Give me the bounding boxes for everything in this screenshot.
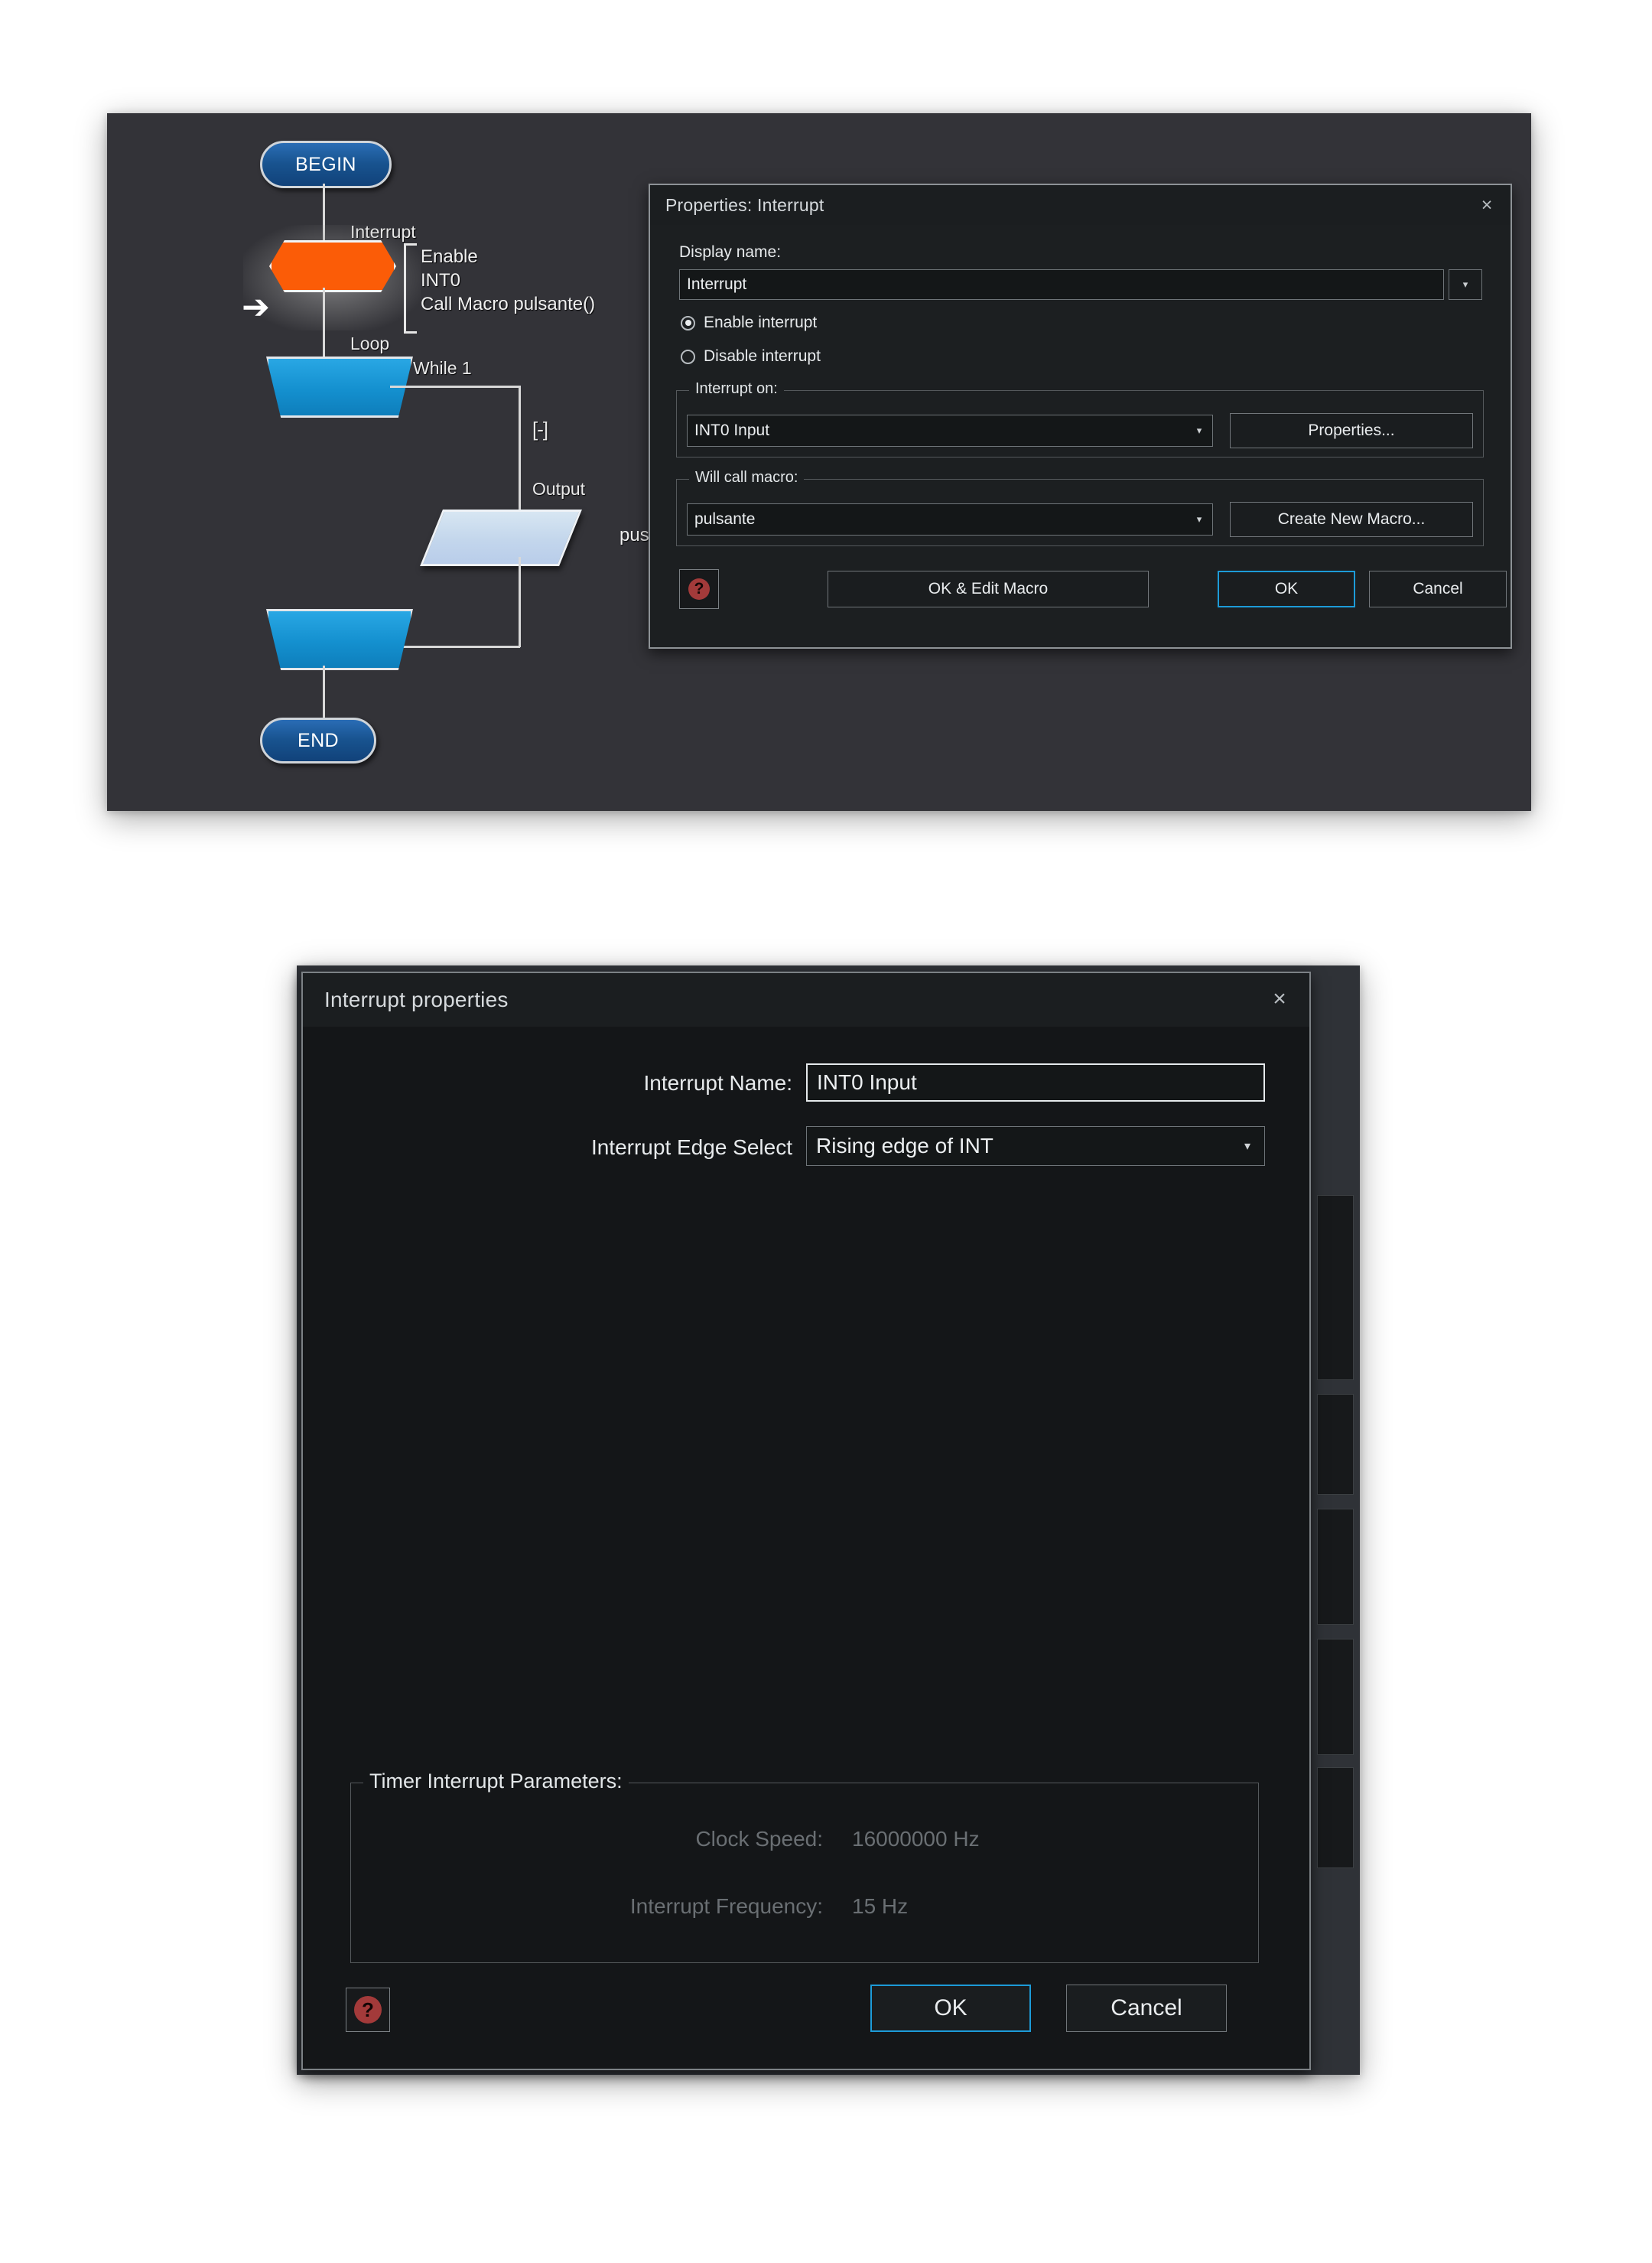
interrupt-on-select[interactable]: INT0 Input ▾ — [687, 415, 1213, 447]
background-panel-fragment — [1317, 1509, 1354, 1625]
interrupt-name-input[interactable]: INT0 Input — [806, 1063, 1265, 1102]
will-call-macro-group-title: Will call macro: — [689, 469, 805, 487]
flow-label-while: While 1 — [413, 358, 472, 378]
flow-node-end-label: END — [298, 729, 339, 751]
flow-label-loop: Loop — [350, 334, 390, 353]
interrupt-name-label: Interrupt Name: — [643, 1071, 792, 1095]
help-button[interactable]: ? — [679, 569, 719, 609]
background-panel-fragment — [1317, 1394, 1354, 1495]
interrupt-edge-select[interactable]: Rising edge of INT ▾ — [806, 1126, 1265, 1166]
will-call-macro-select[interactable]: pulsante ▾ — [687, 503, 1213, 536]
annotation-brace — [404, 243, 417, 334]
properties-interrupt-dialog[interactable]: Properties: Interrupt × Display name: In… — [649, 184, 1512, 649]
flowchart-editor-screenshot: BEGIN Interrupt ➔ Enable INT0 Call Macro… — [107, 113, 1531, 811]
interrupt-properties-button[interactable]: Properties... — [1230, 413, 1473, 448]
dialog-title-bar: Properties: Interrupt — [650, 185, 1511, 225]
disable-interrupt-radio[interactable]: Disable interrupt — [681, 347, 821, 366]
disable-interrupt-radio-label: Disable interrupt — [704, 347, 821, 365]
clock-speed-label: Clock Speed: — [695, 1827, 823, 1851]
question-mark-icon: ? — [688, 578, 710, 600]
chevron-down-icon: ▾ — [1196, 513, 1202, 525]
chevron-down-icon: ▾ — [1196, 425, 1202, 436]
interrupt-properties-button-label: Properties... — [1308, 422, 1395, 439]
connector-loop-branch-v — [519, 386, 521, 516]
close-icon[interactable]: × — [1474, 193, 1500, 217]
ok-button-label: OK — [934, 1995, 967, 2020]
radio-mark-on — [681, 315, 695, 330]
clock-speed-value: 16000000 Hz — [852, 1827, 980, 1851]
background-panel-fragment — [1317, 1195, 1354, 1380]
flow-label-output: Output — [532, 479, 586, 499]
cancel-button[interactable]: Cancel — [1066, 1985, 1227, 2032]
connector-loop-to-end — [323, 666, 325, 718]
display-name-label: Display name: — [679, 243, 782, 261]
interrupt-properties-screenshot: Interrupt properties × Interrupt Name: I… — [297, 965, 1360, 2075]
flow-node-begin[interactable]: BEGIN — [260, 141, 392, 188]
connector-loop-return-h — [392, 646, 520, 648]
ok-edit-macro-button[interactable]: OK & Edit Macro — [828, 571, 1149, 607]
interrupt-frequency-label: Interrupt Frequency: — [629, 1894, 823, 1918]
flow-node-end[interactable]: END — [260, 718, 376, 764]
flow-node-output[interactable] — [420, 510, 582, 566]
connector-loop-branch-h — [390, 386, 520, 388]
dialog-title: Properties: Interrupt — [665, 194, 824, 215]
radio-mark-off — [681, 349, 695, 364]
interrupt-on-value: INT0 Input — [694, 422, 770, 439]
interrupt-name-value: INT0 Input — [817, 1070, 917, 1094]
timer-interrupt-parameters-group: Timer Interrupt Parameters: — [350, 1770, 1259, 1963]
chevron-down-icon: ▾ — [1244, 1140, 1251, 1153]
page-root: BEGIN Interrupt ➔ Enable INT0 Call Macro… — [0, 0, 1652, 2263]
help-button[interactable]: ? — [346, 1988, 390, 2032]
enable-interrupt-radio[interactable]: Enable interrupt — [681, 314, 817, 332]
ok-button[interactable]: OK — [1218, 571, 1355, 607]
timer-interrupt-parameters-title: Timer Interrupt Parameters: — [363, 1770, 629, 1793]
flow-node-loop-end[interactable] — [266, 609, 413, 670]
background-window-sliver — [1312, 965, 1360, 2075]
will-call-macro-value: pulsante — [694, 510, 756, 528]
ok-button-label: OK — [1274, 580, 1299, 597]
cancel-button-label: Cancel — [1413, 580, 1463, 597]
create-new-macro-button-label: Create New Macro... — [1277, 510, 1426, 528]
dialog-title: Interrupt properties — [324, 988, 509, 1011]
run-pointer-icon: ➔ — [242, 288, 270, 326]
interrupt-edge-select-value: Rising edge of INT — [816, 1134, 993, 1158]
background-panel-fragment — [1317, 1767, 1354, 1868]
display-name-value: Interrupt — [687, 275, 747, 293]
ok-edit-macro-button-label: OK & Edit Macro — [928, 580, 1049, 597]
background-panel-fragment — [1317, 1639, 1354, 1755]
connector-output-down — [519, 557, 521, 647]
create-new-macro-button[interactable]: Create New Macro... — [1230, 502, 1473, 537]
cancel-button-label: Cancel — [1111, 1995, 1182, 2020]
ok-button[interactable]: OK — [870, 1985, 1031, 2032]
collapse-toggle[interactable]: [-] — [532, 418, 548, 441]
interrupt-properties-dialog[interactable]: Interrupt properties × Interrupt Name: I… — [301, 972, 1311, 2070]
display-name-input[interactable]: Interrupt — [679, 269, 1444, 300]
cancel-button[interactable]: Cancel — [1369, 571, 1507, 607]
close-icon[interactable]: × — [1267, 987, 1293, 1011]
display-name-dropdown-button[interactable]: ▾ — [1449, 269, 1482, 300]
interrupt-frequency-value: 15 Hz — [852, 1894, 909, 1918]
flow-annotation-interrupt: Enable INT0 Call Macro pulsante() — [421, 246, 596, 314]
question-mark-icon: ? — [354, 1996, 382, 2024]
interrupt-edge-select-label: Interrupt Edge Select — [590, 1135, 792, 1159]
chevron-down-icon: ▾ — [1462, 278, 1468, 290]
enable-interrupt-radio-label: Enable interrupt — [704, 314, 818, 331]
interrupt-on-group-title: Interrupt on: — [689, 380, 784, 398]
flow-node-interrupt[interactable] — [269, 240, 396, 292]
flow-node-begin-label: BEGIN — [295, 153, 356, 175]
dialog-title-bar: Interrupt properties — [303, 973, 1309, 1027]
